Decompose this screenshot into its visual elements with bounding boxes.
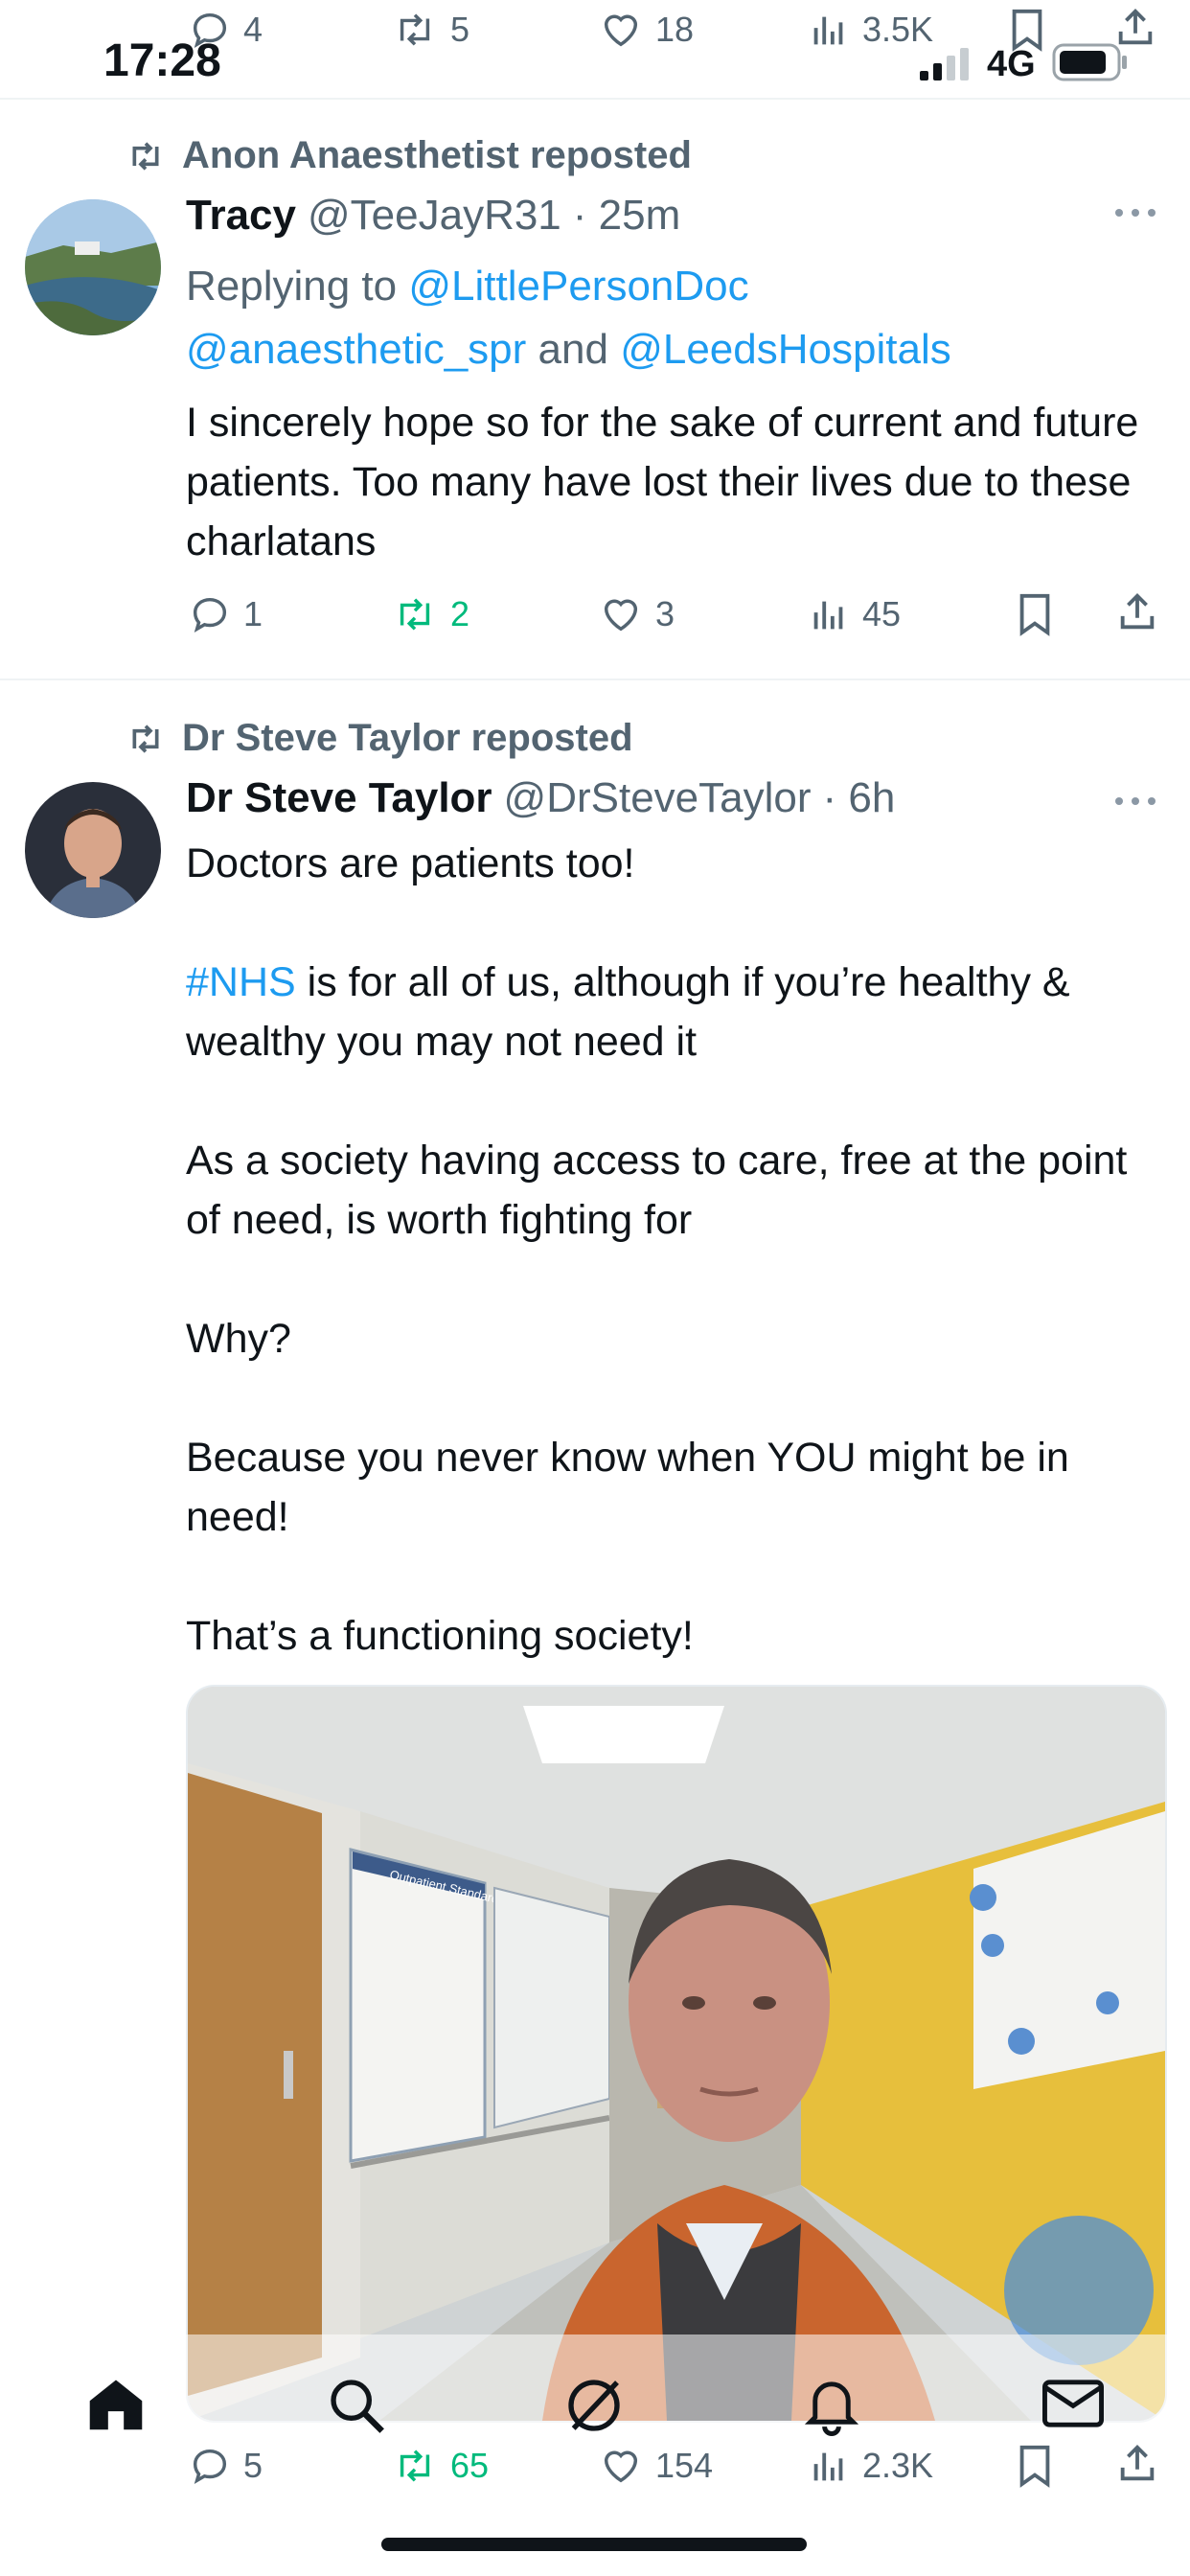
heart-icon <box>598 2444 644 2488</box>
bookmark-icon[interactable] <box>1008 8 1046 52</box>
share-icon[interactable] <box>1115 590 1159 634</box>
tweet-text: I sincerely hope so for the sake of curr… <box>186 400 1139 564</box>
repost-icon <box>391 2444 439 2488</box>
share-icon[interactable] <box>1115 2442 1159 2486</box>
avatar[interactable] <box>25 782 161 918</box>
repost-icon <box>125 137 167 175</box>
tweet-header: Dr Steve Taylor @DrSteveTaylor · 6h <box>186 774 895 822</box>
reply-icon <box>188 2444 232 2488</box>
more-options-icon[interactable] <box>1111 792 1159 811</box>
like-stat[interactable]: 18 <box>598 8 694 52</box>
share-icon[interactable] <box>1113 6 1157 50</box>
timestamp[interactable]: · 6h <box>823 774 896 822</box>
reply-button[interactable]: 1 <box>188 592 263 636</box>
messages-icon[interactable] <box>1042 2379 1104 2428</box>
mention-link[interactable]: @LittlePersonDoc <box>408 263 748 310</box>
more-options-icon[interactable] <box>1111 203 1159 222</box>
search-icon[interactable] <box>326 2375 387 2436</box>
home-indicator[interactable] <box>381 2538 807 2551</box>
replying-to: Replying to @LittlePersonDoc @anaestheti… <box>186 263 951 373</box>
handle[interactable]: @TeeJayR31 <box>308 192 561 240</box>
signal-icon <box>920 46 973 80</box>
bookmark-icon[interactable] <box>1016 2444 1054 2488</box>
repost-context: Anon Anaesthetist reposted <box>125 134 692 177</box>
timestamp[interactable]: · 25m <box>573 192 680 240</box>
display-name[interactable]: Dr Steve Taylor <box>186 774 492 822</box>
mention-link[interactable]: @LeedsHospitals <box>620 326 951 373</box>
divider <box>0 98 1190 100</box>
heart-icon <box>598 592 644 636</box>
views-icon <box>807 8 851 52</box>
tweet-header: Tracy @TeeJayR31 · 25m <box>186 192 680 240</box>
tweet-image[interactable]: Outpatient Standards <box>186 1685 1167 2423</box>
repost-button[interactable]: 2 <box>391 592 469 636</box>
repost-context: Dr Steve Taylor reposted <box>125 717 633 760</box>
bookmark-icon[interactable] <box>1016 592 1054 636</box>
views-icon <box>807 2444 851 2488</box>
hashtag-link[interactable]: #NHS <box>186 959 296 1005</box>
views-button[interactable]: 45 <box>807 592 901 636</box>
reply-icon <box>188 592 232 636</box>
views-stat[interactable]: 3.5K <box>807 8 933 52</box>
repost-icon <box>391 8 439 52</box>
mention-link[interactable]: @anaesthetic_spr <box>186 326 526 373</box>
repost-button[interactable]: 65 <box>391 2444 489 2488</box>
grok-icon[interactable] <box>563 2375 625 2436</box>
reply-button[interactable]: 5 <box>188 2444 263 2488</box>
divider <box>0 678 1190 680</box>
like-button[interactable]: 154 <box>598 2444 713 2488</box>
display-name[interactable]: Tracy <box>186 192 296 240</box>
notifications-icon[interactable] <box>803 2375 860 2436</box>
bottom-nav <box>0 2334 1190 2440</box>
tweet-text: Doctors are patients too! #NHS is for al… <box>186 840 1128 1659</box>
views-icon <box>807 592 851 636</box>
repost-icon <box>125 720 167 758</box>
like-button[interactable]: 3 <box>598 592 675 636</box>
repost-stat[interactable]: 5 <box>391 8 469 52</box>
heart-icon <box>598 8 644 52</box>
avatar[interactable] <box>25 199 161 335</box>
status-time: 17:28 <box>103 35 221 86</box>
home-icon[interactable] <box>84 2375 148 2432</box>
views-button[interactable]: 2.3K <box>807 2444 933 2488</box>
handle[interactable]: @DrSteveTaylor <box>504 774 812 822</box>
repost-icon <box>391 592 439 636</box>
